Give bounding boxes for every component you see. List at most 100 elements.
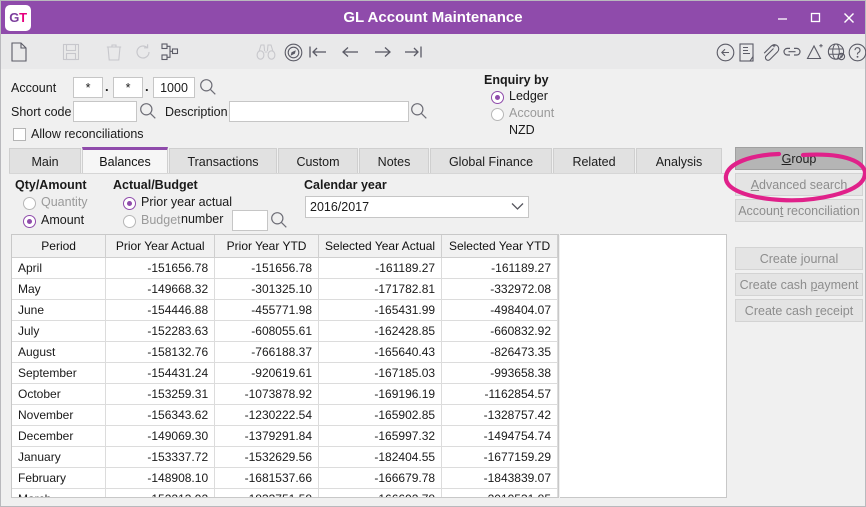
quantity-radio[interactable] [23, 197, 36, 210]
cell-value: -1833751.58 [215, 489, 319, 499]
delete-icon [102, 40, 126, 64]
tab-global-finance[interactable]: Global Finance [430, 148, 552, 174]
balances-table: Period Prior Year Actual Prior Year YTD … [12, 235, 558, 498]
table-row[interactable]: March-152213.92-1833751.58-166692.78-201… [12, 489, 558, 499]
short-code-search-icon[interactable] [139, 102, 157, 120]
tab-transactions[interactable]: Transactions [169, 148, 277, 174]
quantity-label: Quantity [41, 195, 88, 209]
cell-period: March [12, 489, 106, 499]
cell-value: -301325.10 [215, 279, 319, 300]
enquiry-by-heading: Enquiry by [484, 73, 549, 87]
link-icon[interactable] [780, 40, 804, 64]
short-code-input[interactable] [73, 101, 137, 122]
tab-main[interactable]: Main [9, 148, 81, 174]
account-search-icon[interactable] [199, 78, 217, 96]
cell-value: -165902.85 [319, 405, 442, 426]
group-button[interactable]: Group [735, 147, 863, 170]
budget-label: Budget [141, 213, 181, 227]
tab-global-finance-label: Global Finance [449, 155, 533, 169]
account-segment-2-input[interactable] [113, 77, 143, 98]
table-row[interactable]: December-149069.30-1379291.84-165997.32-… [12, 426, 558, 447]
table-row[interactable]: May-149668.32-301325.10-171782.81-332972… [12, 279, 558, 300]
account-reconciliation-button[interactable]: Account reconciliation [735, 199, 863, 222]
attachment-icon[interactable] [758, 40, 782, 64]
table-row[interactable]: October-153259.31-1073878.92-169196.19-1… [12, 384, 558, 405]
tab-notes[interactable]: Notes [359, 148, 429, 174]
table-row[interactable]: February-148908.10-1681537.66-166679.78-… [12, 468, 558, 489]
table-row[interactable]: January-153337.72-1532629.56-182404.55-1… [12, 447, 558, 468]
balances-table-container[interactable]: Period Prior Year Actual Prior Year YTD … [11, 234, 559, 498]
prior-year-actual-radio[interactable] [123, 197, 136, 210]
tab-related-label: Related [572, 155, 615, 169]
new-document-icon[interactable] [7, 40, 31, 64]
close-button[interactable] [832, 1, 865, 34]
cell-value: -165431.99 [319, 300, 442, 321]
cell-value: -660832.92 [442, 321, 558, 342]
allow-reconciliations-label: Allow reconciliations [31, 127, 144, 141]
application-window: GT GL Account Maintenance [0, 0, 866, 507]
previous-record-icon[interactable] [338, 40, 362, 64]
currency-value: NZD [509, 123, 535, 137]
cell-value: -920619.61 [215, 363, 319, 384]
account-segment-3-input[interactable] [153, 77, 195, 98]
table-row[interactable]: November-156343.62-1230222.54-165902.85-… [12, 405, 558, 426]
description-search-icon[interactable] [410, 102, 428, 120]
compass-icon[interactable] [281, 40, 305, 64]
amount-radio[interactable] [23, 215, 36, 228]
description-input[interactable] [229, 101, 409, 122]
create-journal-button-label: Create journal [760, 252, 839, 266]
minimize-button[interactable] [766, 1, 799, 34]
advanced-search-button[interactable]: Advanced search [735, 173, 863, 196]
enquiry-ledger-radio[interactable] [491, 91, 504, 104]
table-row[interactable]: August-158132.76-766188.37-165640.43-826… [12, 342, 558, 363]
table-row[interactable]: September-154431.24-920619.61-167185.03-… [12, 363, 558, 384]
create-journal-button[interactable]: Create journal [735, 247, 863, 270]
budget-number-input[interactable] [232, 210, 268, 231]
account-reconciliation-button-label: Account reconciliation [738, 204, 860, 218]
cell-value: -1162854.57 [442, 384, 558, 405]
tab-balances[interactable]: Balances [82, 147, 168, 174]
column-header-prior-year-actual[interactable]: Prior Year Actual [106, 235, 215, 258]
enquiry-ledger-label: Ledger [509, 89, 548, 103]
cell-value: -154431.24 [106, 363, 215, 384]
next-record-icon[interactable] [371, 40, 395, 64]
tab-related[interactable]: Related [553, 148, 635, 174]
cell-value: -1230222.54 [215, 405, 319, 426]
account-segment-1-input[interactable] [73, 77, 103, 98]
table-row[interactable]: April-151656.78-151656.78-161189.27-1611… [12, 258, 558, 279]
logo-letter-t: T [19, 10, 27, 25]
column-header-period[interactable]: Period [12, 235, 106, 258]
column-header-prior-year-ytd[interactable]: Prior Year YTD [215, 235, 319, 258]
cell-value: -161189.27 [442, 258, 558, 279]
column-header-selected-year-ytd[interactable]: Selected Year YTD [442, 235, 558, 258]
back-icon[interactable] [713, 40, 737, 64]
help-icon[interactable] [845, 40, 866, 64]
create-cash-receipt-button[interactable]: Create cash receipt [735, 299, 863, 322]
cell-period: June [12, 300, 106, 321]
cell-value: -1677159.29 [442, 447, 558, 468]
cell-period: February [12, 468, 106, 489]
table-row[interactable]: July-152283.63-608055.61-162428.85-66083… [12, 321, 558, 342]
workflow-icon[interactable] [158, 40, 182, 64]
create-cash-payment-button[interactable]: Create cash payment [735, 273, 863, 296]
table-row[interactable]: June-154446.88-455771.98-165431.99-49840… [12, 300, 558, 321]
calendar-year-select[interactable]: 2016/2017 [305, 196, 529, 218]
maximize-button[interactable] [799, 1, 832, 34]
first-record-icon[interactable] [306, 40, 330, 64]
budget-radio[interactable] [123, 215, 136, 228]
cell-value: -152283.63 [106, 321, 215, 342]
tab-analysis[interactable]: Analysis [636, 148, 722, 174]
cell-value: -165640.43 [319, 342, 442, 363]
cell-value: -2010531.85 [442, 489, 558, 499]
documents-icon[interactable] [735, 40, 759, 64]
allow-reconciliations-checkbox[interactable] [13, 128, 26, 141]
enquiry-account-radio[interactable] [491, 108, 504, 121]
cell-value: -149069.30 [106, 426, 215, 447]
column-header-selected-year-actual[interactable]: Selected Year Actual [319, 235, 442, 258]
prior-year-actual-label: Prior year actual [141, 195, 232, 209]
tab-custom[interactable]: Custom [278, 148, 358, 174]
budget-number-search-icon[interactable] [270, 211, 288, 229]
cell-value: -153259.31 [106, 384, 215, 405]
create-cash-payment-button-label: Create cash payment [740, 278, 859, 292]
last-record-icon[interactable] [401, 40, 425, 64]
